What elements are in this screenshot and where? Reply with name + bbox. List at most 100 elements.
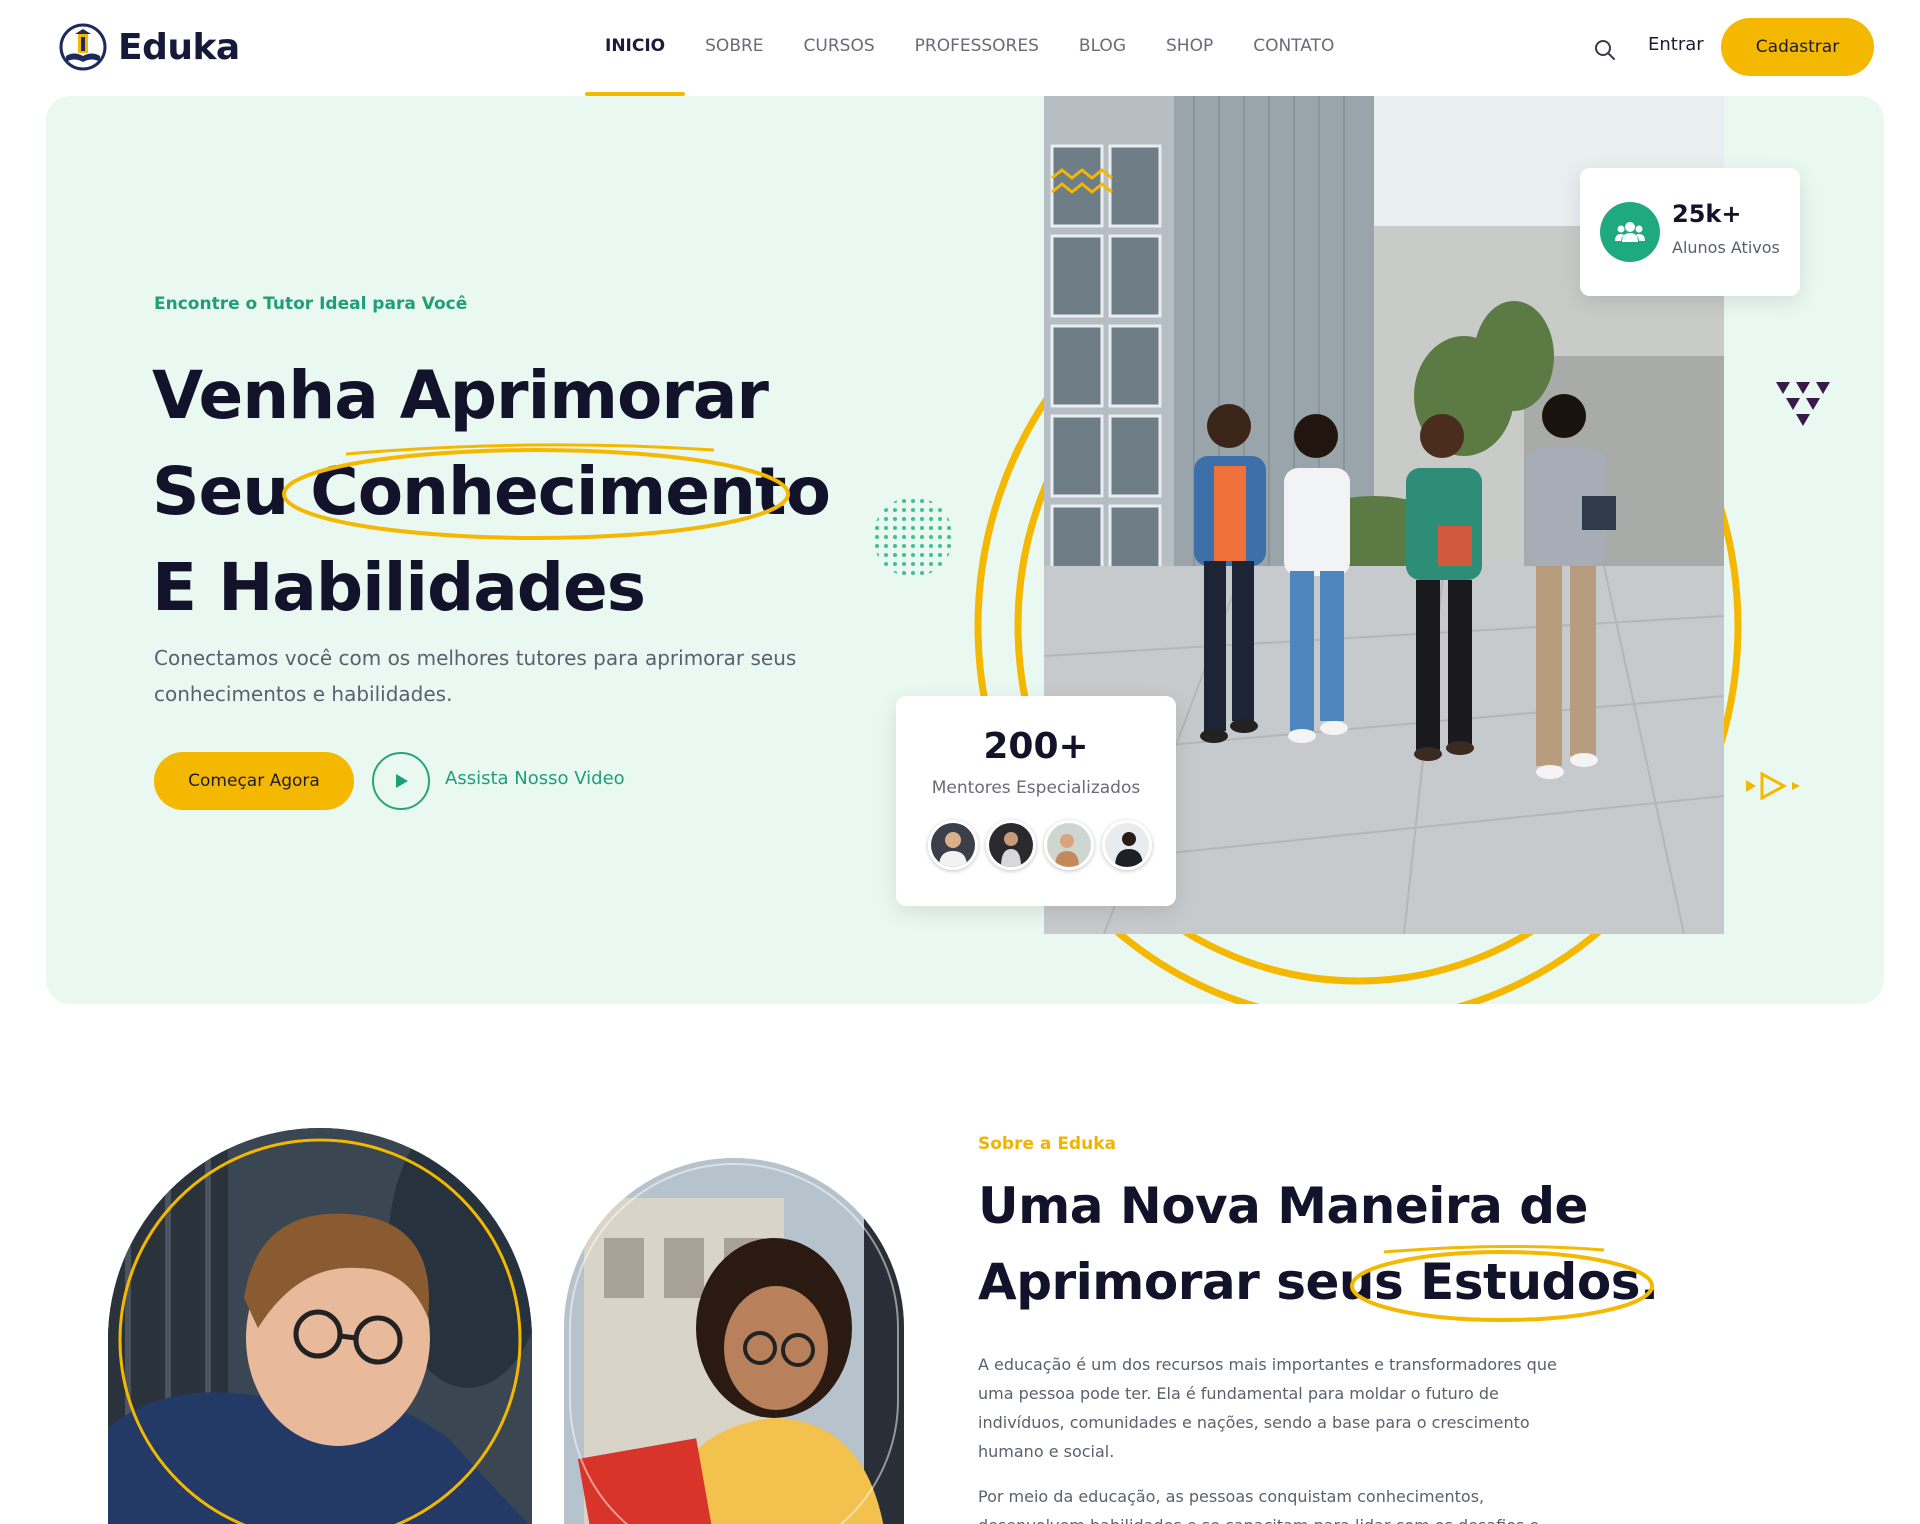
dot xyxy=(929,535,933,539)
hero-title-line-3: E Habilidades xyxy=(152,549,646,626)
brand-name: Eduka xyxy=(118,26,240,68)
dot xyxy=(875,499,879,503)
graduation-book-icon xyxy=(59,23,107,71)
dot xyxy=(911,517,915,521)
dot xyxy=(929,517,933,521)
zigzag-decoration xyxy=(1051,168,1113,194)
about-paragraph-2: Por meio da educação, as pessoas conquis… xyxy=(978,1487,1539,1524)
dot xyxy=(893,535,897,539)
dot xyxy=(893,562,897,566)
dot xyxy=(938,508,942,512)
about-paragraph-1: A educação é um dos recursos mais import… xyxy=(978,1355,1557,1461)
dot xyxy=(929,526,933,530)
dot xyxy=(938,526,942,530)
avatar xyxy=(1102,820,1152,870)
mentor-avatars xyxy=(928,820,1152,870)
dot xyxy=(920,553,924,557)
dot xyxy=(875,562,879,566)
dot xyxy=(929,562,933,566)
main-nav: INICIO SOBRE CURSOS PROFESSORES BLOG SHO… xyxy=(585,0,1354,96)
dot xyxy=(920,526,924,530)
dot xyxy=(947,508,951,512)
dot xyxy=(875,517,879,521)
about-eyebrow: Sobre a Eduka xyxy=(978,1134,1116,1154)
dot xyxy=(920,571,924,575)
mentors-label: Mentores Especializados xyxy=(931,778,1141,798)
signup-button[interactable]: Cadastrar xyxy=(1721,18,1874,76)
dot xyxy=(911,535,915,539)
dot-grid-decoration xyxy=(875,499,951,575)
dot xyxy=(938,544,942,548)
dot xyxy=(938,553,942,557)
dot xyxy=(947,535,951,539)
dot xyxy=(947,499,951,503)
dot xyxy=(902,499,906,503)
dot xyxy=(884,562,888,566)
dot xyxy=(893,499,897,503)
nav-item-shop[interactable]: SHOP xyxy=(1146,0,1233,96)
nav-item-sobre[interactable]: SOBRE xyxy=(685,0,783,96)
dot xyxy=(920,544,924,548)
dot xyxy=(875,553,879,557)
hero-section: Encontre o Tutor Ideal para Você Venha A… xyxy=(46,96,1884,1004)
arrow-play-decoration xyxy=(1746,772,1800,800)
dot xyxy=(920,499,924,503)
dot xyxy=(911,544,915,548)
dot xyxy=(902,517,906,521)
student-with-books-photo xyxy=(564,1158,904,1524)
dot xyxy=(902,508,906,512)
dot xyxy=(947,553,951,557)
play-video-button[interactable] xyxy=(372,752,430,810)
nav-item-professores[interactable]: PROFESSORES xyxy=(895,0,1059,96)
users-group-icon xyxy=(1600,202,1660,262)
login-link[interactable]: Entrar xyxy=(1648,34,1704,55)
dot xyxy=(902,535,906,539)
dot xyxy=(875,535,879,539)
dot xyxy=(875,508,879,512)
start-now-button[interactable]: Começar Agora xyxy=(154,752,354,810)
nav-item-cursos[interactable]: CURSOS xyxy=(784,0,895,96)
dot xyxy=(938,499,942,503)
dot xyxy=(947,544,951,548)
dot xyxy=(902,553,906,557)
dot xyxy=(920,535,924,539)
mentors-card: 200+ Mentores Especializados xyxy=(896,696,1176,906)
dot xyxy=(911,526,915,530)
dot xyxy=(902,562,906,566)
dot xyxy=(920,517,924,521)
dot xyxy=(893,508,897,512)
student-with-glasses-photo xyxy=(108,1128,532,1524)
dot xyxy=(938,535,942,539)
dot xyxy=(893,517,897,521)
highlight-ellipse-decoration xyxy=(282,443,790,540)
watch-video-link[interactable]: Assista Nosso Video xyxy=(445,768,625,789)
dot xyxy=(929,499,933,503)
avatar xyxy=(928,820,978,870)
dot xyxy=(884,508,888,512)
brand-logo[interactable]: Eduka xyxy=(56,20,240,74)
nav-item-contato[interactable]: CONTATO xyxy=(1233,0,1354,96)
dot xyxy=(920,508,924,512)
dot xyxy=(884,544,888,548)
dot xyxy=(929,544,933,548)
dot xyxy=(947,571,951,575)
nav-item-inicio[interactable]: INICIO xyxy=(585,0,686,96)
mentors-value: 200+ xyxy=(983,726,1089,767)
dot xyxy=(920,562,924,566)
dot xyxy=(938,571,942,575)
dot xyxy=(893,544,897,548)
dot xyxy=(902,526,906,530)
hero-eyebrow: Encontre o Tutor Ideal para Você xyxy=(154,294,468,314)
hero-title-line-1: Venha Aprimorar xyxy=(152,357,769,434)
dot xyxy=(911,562,915,566)
dot xyxy=(884,517,888,521)
active-students-card: 25k+ Alunos Ativos xyxy=(1580,168,1800,296)
triangle-cluster-decoration xyxy=(1776,382,1830,426)
nav-item-blog[interactable]: BLOG xyxy=(1059,0,1146,96)
avatar xyxy=(986,820,1036,870)
search-icon[interactable] xyxy=(1592,37,1618,63)
play-icon xyxy=(396,774,408,788)
dot xyxy=(875,526,879,530)
dot xyxy=(929,553,933,557)
dot xyxy=(938,562,942,566)
